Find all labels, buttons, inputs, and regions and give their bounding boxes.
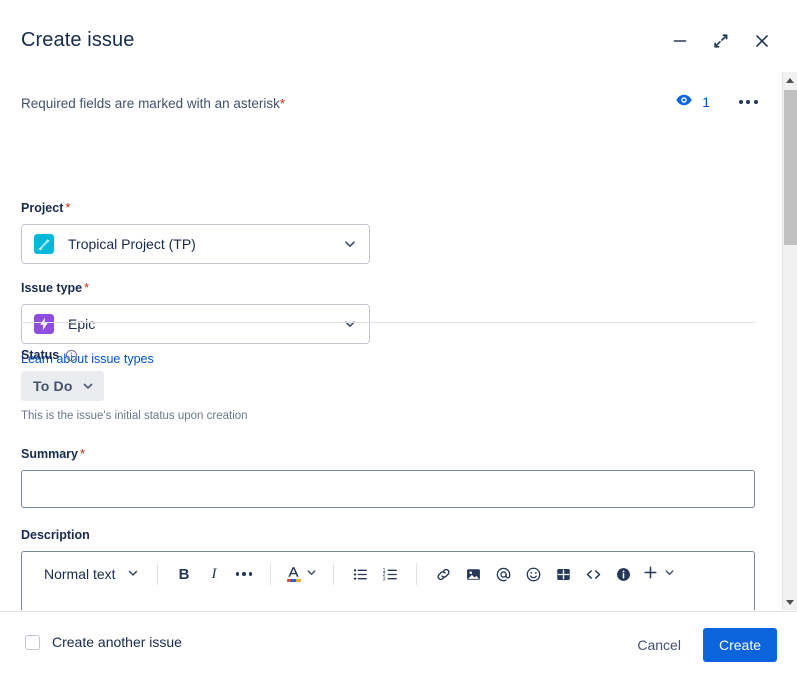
summary-field: Summary * bbox=[21, 446, 755, 508]
text-color-button[interactable] bbox=[282, 559, 322, 589]
status-value: To Do bbox=[33, 378, 73, 394]
issue-type-selected-value: Epic bbox=[68, 316, 96, 332]
chevron-down-icon bbox=[342, 236, 358, 252]
triangle-up-icon bbox=[786, 77, 794, 83]
dialog-header: Create issue bbox=[0, 0, 797, 72]
chevron-down-icon bbox=[126, 566, 140, 583]
minimize-icon[interactable] bbox=[667, 28, 693, 54]
bullet-list-button[interactable] bbox=[345, 559, 375, 589]
summary-input[interactable] bbox=[21, 470, 755, 508]
code-button[interactable] bbox=[578, 559, 608, 589]
eye-icon bbox=[675, 91, 693, 114]
close-icon[interactable] bbox=[749, 28, 775, 54]
toolbar-divider bbox=[157, 563, 158, 585]
project-field: Project * Tropical Project (TP) bbox=[21, 200, 370, 264]
summary-required-asterisk: * bbox=[79, 446, 86, 461]
create-another-issue-label: Create another issue bbox=[52, 634, 182, 650]
dialog-scroll-area: Required fields are marked with an aster… bbox=[0, 72, 782, 610]
ellipsis-icon bbox=[738, 100, 758, 104]
issue-type-label-text: Issue type bbox=[21, 280, 83, 295]
summary-label: Summary * bbox=[21, 446, 755, 461]
project-select[interactable]: Tropical Project (TP) bbox=[21, 224, 370, 264]
description-label: Description bbox=[21, 528, 755, 542]
scroll-up-button[interactable] bbox=[783, 72, 797, 88]
editor-toolbar: Normal text B I 1 2 3 bbox=[22, 552, 754, 596]
insert-more-button[interactable] bbox=[638, 559, 680, 589]
watch-button[interactable]: 1 bbox=[675, 91, 710, 114]
create-issue-dialog: Create issue Required fields are marked … bbox=[0, 0, 797, 677]
project-label-text: Project bbox=[21, 200, 64, 215]
description-editor: Normal text B I 1 2 3 bbox=[21, 551, 755, 610]
checkbox-icon bbox=[25, 634, 40, 650]
description-field: Description Normal text B I 1 2 3 bbox=[21, 528, 755, 610]
italic-button[interactable]: I bbox=[199, 559, 229, 589]
chevron-down-icon bbox=[342, 316, 358, 332]
info-panel-button[interactable] bbox=[608, 559, 638, 589]
required-fields-row: Required fields are marked with an aster… bbox=[0, 90, 782, 124]
issue-type-field: Issue type * Epic bbox=[21, 280, 370, 344]
chevron-down-icon bbox=[663, 566, 676, 582]
scrollbar-thumb[interactable] bbox=[784, 90, 797, 245]
plus-icon bbox=[642, 564, 659, 584]
text-style-value: Normal text bbox=[44, 566, 116, 582]
project-selected-value: Tropical Project (TP) bbox=[68, 236, 196, 252]
text-color-icon bbox=[286, 566, 301, 583]
toolbar-divider bbox=[416, 563, 417, 585]
color-swatch-bar bbox=[286, 578, 301, 583]
description-textarea[interactable] bbox=[22, 596, 754, 610]
ellipsis-icon bbox=[235, 572, 253, 576]
project-label: Project * bbox=[21, 200, 370, 215]
dialog-footer: Create another issue Cancel Create bbox=[0, 611, 797, 677]
vertical-scrollbar[interactable] bbox=[782, 72, 797, 610]
collapse-icon[interactable] bbox=[708, 28, 734, 54]
numbered-list-button[interactable]: 1 2 3 bbox=[375, 559, 405, 589]
toolbar-divider bbox=[333, 563, 334, 585]
issue-type-label: Issue type * bbox=[21, 280, 370, 295]
section-divider bbox=[21, 322, 755, 323]
project-avatar-tropical-icon bbox=[34, 234, 54, 254]
create-button[interactable]: Create bbox=[702, 628, 777, 662]
bold-button[interactable]: B bbox=[169, 559, 199, 589]
mention-button[interactable] bbox=[488, 559, 518, 589]
chevron-down-icon bbox=[305, 566, 318, 582]
link-button[interactable] bbox=[428, 559, 458, 589]
toolbar-divider bbox=[270, 563, 271, 585]
required-asterisk: * bbox=[279, 96, 285, 111]
status-help-text: This is the issue's initial status upon … bbox=[21, 410, 248, 422]
create-another-issue-checkbox[interactable]: Create another issue bbox=[25, 634, 182, 650]
image-button[interactable] bbox=[458, 559, 488, 589]
required-fields-text: Required fields are marked with an aster… bbox=[21, 96, 280, 111]
status-label: Status bbox=[21, 348, 248, 362]
issue-type-select[interactable]: Epic bbox=[21, 304, 370, 344]
footer-actions: Cancel Create bbox=[625, 628, 777, 662]
summary-label-text: Summary bbox=[21, 446, 78, 461]
status-field: Status To Do This is the issue's initial… bbox=[21, 348, 248, 422]
watcher-count: 1 bbox=[702, 94, 710, 110]
watch-controls: 1 bbox=[675, 90, 760, 114]
table-button[interactable] bbox=[548, 559, 578, 589]
status-label-text: Status bbox=[21, 348, 60, 362]
more-actions-icon[interactable] bbox=[736, 90, 760, 114]
svg-text:3: 3 bbox=[382, 576, 385, 582]
epic-icon bbox=[34, 314, 54, 334]
emoji-button[interactable] bbox=[518, 559, 548, 589]
cancel-button[interactable]: Cancel bbox=[625, 628, 693, 662]
page-title: Create issue bbox=[21, 29, 135, 51]
required-fields-note: Required fields are marked with an aster… bbox=[21, 96, 285, 111]
project-required-asterisk: * bbox=[65, 200, 71, 215]
window-controls bbox=[667, 28, 775, 54]
status-select[interactable]: To Do bbox=[21, 371, 104, 401]
issue-type-required-asterisk: * bbox=[84, 280, 90, 295]
more-formatting-button[interactable] bbox=[229, 559, 259, 589]
chevron-down-icon bbox=[81, 379, 95, 393]
info-circle-icon[interactable] bbox=[65, 349, 78, 362]
text-style-dropdown[interactable]: Normal text bbox=[34, 559, 146, 589]
triangle-down-icon bbox=[786, 599, 794, 605]
scroll-down-button[interactable] bbox=[783, 594, 797, 610]
description-label-text: Description bbox=[21, 528, 90, 542]
